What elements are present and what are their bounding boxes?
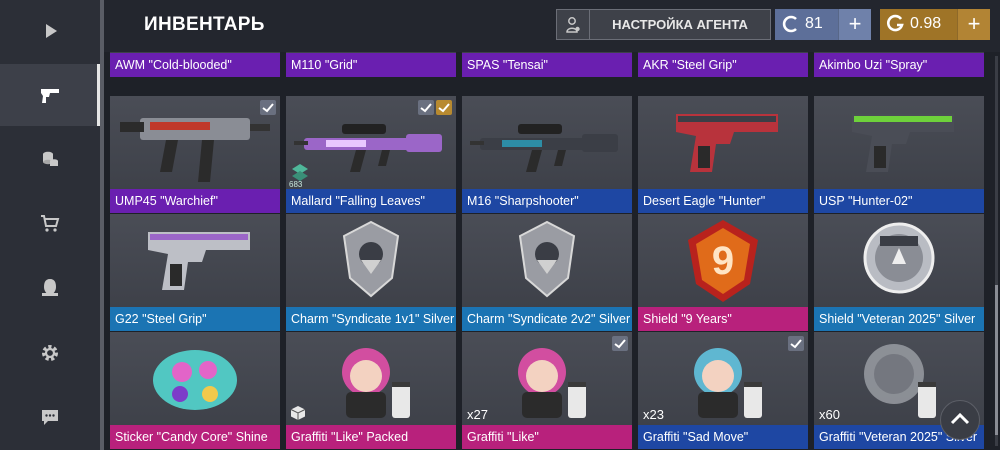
scroll-up-button[interactable]: [940, 400, 980, 440]
cart-icon: [41, 215, 60, 232]
pistol-icon: [41, 89, 59, 103]
sidebar-item-cart[interactable]: [0, 192, 100, 254]
inventory-item-card[interactable]: Charm "Syndicate 2v2" Silver: [462, 214, 632, 331]
coins-icon: [43, 151, 58, 166]
selected-check-icon[interactable]: [260, 100, 276, 115]
item-name-label: Charm "Syndicate 2v2" Silver: [462, 307, 632, 331]
inventory-item-card[interactable]: Akimbo Uzi "Spray": [814, 52, 984, 77]
agent-icon: [557, 10, 590, 39]
inventory-item-card[interactable]: USP "Hunter-02": [814, 96, 984, 213]
gold-value: 0.98: [910, 15, 942, 32]
item-image: [863, 222, 935, 294]
inventory-item-card[interactable]: G22 "Steel Grip": [110, 214, 280, 331]
item-image: [676, 114, 778, 172]
inventory-item-card[interactable]: AWM "Cold-blooded": [110, 52, 280, 77]
sidebar-item-play[interactable]: [0, 0, 100, 62]
sidebar-item-gear[interactable]: [0, 322, 100, 384]
item-name-label: Desert Eagle "Hunter": [638, 189, 808, 213]
item-name-label: Shield "9 Years": [638, 307, 808, 331]
item-image: [470, 124, 618, 172]
inventory-item-card[interactable]: 9 Shield "9 Years": [638, 214, 808, 331]
item-image: [342, 220, 400, 298]
agent-settings-label: НАСТРОЙКА АГЕНТА: [612, 17, 748, 32]
selected-check-icon[interactable]: [788, 336, 804, 351]
item-name-label: M16 "Sharpshooter": [462, 189, 632, 213]
item-name-label: Charm "Syndicate 1v1" Silver: [286, 307, 456, 331]
gold-currency: 0.98 +: [880, 9, 990, 40]
item-image: 9: [688, 220, 758, 302]
item-image: [518, 220, 576, 298]
page-title: ИНВЕНТАРЬ: [144, 14, 265, 35]
chat-icon: [42, 410, 58, 425]
inventory-item-card[interactable]: Shield "Veteran 2025" Silver: [814, 214, 984, 331]
agent-icon: [42, 279, 58, 296]
sidebar-item-agent[interactable]: [0, 256, 100, 318]
item-name-label: Mallard "Falling Leaves": [286, 189, 456, 213]
silver-value: 81: [805, 15, 823, 32]
item-name-label: Graffiti "Like" Packed: [286, 425, 456, 449]
inventory-item-card[interactable]: Desert Eagle "Hunter": [638, 96, 808, 213]
sidebar-item-coins[interactable]: [0, 128, 100, 190]
selected-check-icon[interactable]: [612, 336, 628, 351]
silver-currency: 81 +: [775, 9, 871, 40]
inventory-item-card[interactable]: M16 "Sharpshooter": [462, 96, 632, 213]
item-name-label: Akimbo Uzi "Spray": [814, 53, 984, 77]
svg-text:9: 9: [712, 239, 734, 283]
item-quantity: x60: [819, 407, 840, 422]
item-name-label: Graffiti "Sad Move": [638, 425, 808, 449]
silver-coin-icon: [782, 15, 797, 33]
item-image: [342, 348, 410, 418]
inventory-grid: AWM "Cold-blooded" M110 "Grid" SPAS "Tensa…: [104, 52, 1000, 450]
equipped-check-icon[interactable]: [436, 100, 452, 115]
gear-icon: [42, 345, 58, 361]
sidebar-item-chat[interactable]: [0, 386, 100, 448]
gold-add-button[interactable]: +: [957, 9, 990, 40]
item-image: [120, 118, 270, 182]
inventory-item-card[interactable]: Charm "Syndicate 1v1" Silver: [286, 214, 456, 331]
item-image: [153, 350, 237, 410]
inventory-item-card[interactable]: Sticker "Candy Core" Shine: [110, 332, 280, 449]
inventory-item-card[interactable]: M110 "Grid": [286, 52, 456, 77]
rank-badge-value: 683: [289, 180, 303, 189]
item-image: [148, 232, 250, 290]
item-name-label: Sticker "Candy Core" Shine: [110, 425, 280, 449]
item-name-label: AWM "Cold-blooded": [110, 53, 280, 77]
item-name-label: USP "Hunter-02": [814, 189, 984, 213]
inventory-item-card[interactable]: x23 Graffiti "Sad Move": [638, 332, 808, 449]
selected-check-icon[interactable]: [418, 100, 434, 115]
chevron-up-icon: [950, 412, 970, 425]
item-name-label: Graffiti "Like": [462, 425, 632, 449]
item-name-label: AKR "Steel Grip": [638, 53, 808, 77]
agent-settings-button[interactable]: НАСТРОЙКА АГЕНТА: [556, 9, 771, 40]
inventory-item-card[interactable]: SPAS "Tensai": [462, 52, 632, 77]
item-quantity: x27: [467, 407, 488, 422]
gold-coin-icon: [887, 14, 904, 32]
silver-add-button[interactable]: +: [838, 9, 871, 40]
item-name-label: UMP45 "Warchief": [110, 189, 280, 213]
item-quantity: x23: [643, 407, 664, 422]
sidebar-item-pistol[interactable]: [0, 64, 100, 126]
package-icon: [290, 406, 306, 420]
inventory-item-card[interactable]: x27 Graffiti "Like": [462, 332, 632, 449]
item-image: [852, 114, 954, 172]
inventory-item-card[interactable]: AKR "Steel Grip": [638, 52, 808, 77]
item-name-label: SPAS "Tensai": [462, 53, 632, 77]
sidebar: [0, 0, 100, 450]
item-name-label: M110 "Grid": [286, 53, 456, 77]
inventory-item-card[interactable]: 683 Mallard "Falling Leaves": [286, 96, 456, 213]
scrollbar-thumb[interactable]: [995, 285, 998, 435]
inventory-item-card[interactable]: UMP45 "Warchief": [110, 96, 280, 213]
header: ИНВЕНТАРЬ НАСТРОЙКА АГЕНТА 81 + 0.98 +: [104, 0, 1000, 52]
play-icon: [46, 24, 57, 38]
item-name-label: G22 "Steel Grip": [110, 307, 280, 331]
item-name-label: Shield "Veteran 2025" Silver: [814, 307, 984, 331]
inventory-item-card[interactable]: Graffiti "Like" Packed: [286, 332, 456, 449]
